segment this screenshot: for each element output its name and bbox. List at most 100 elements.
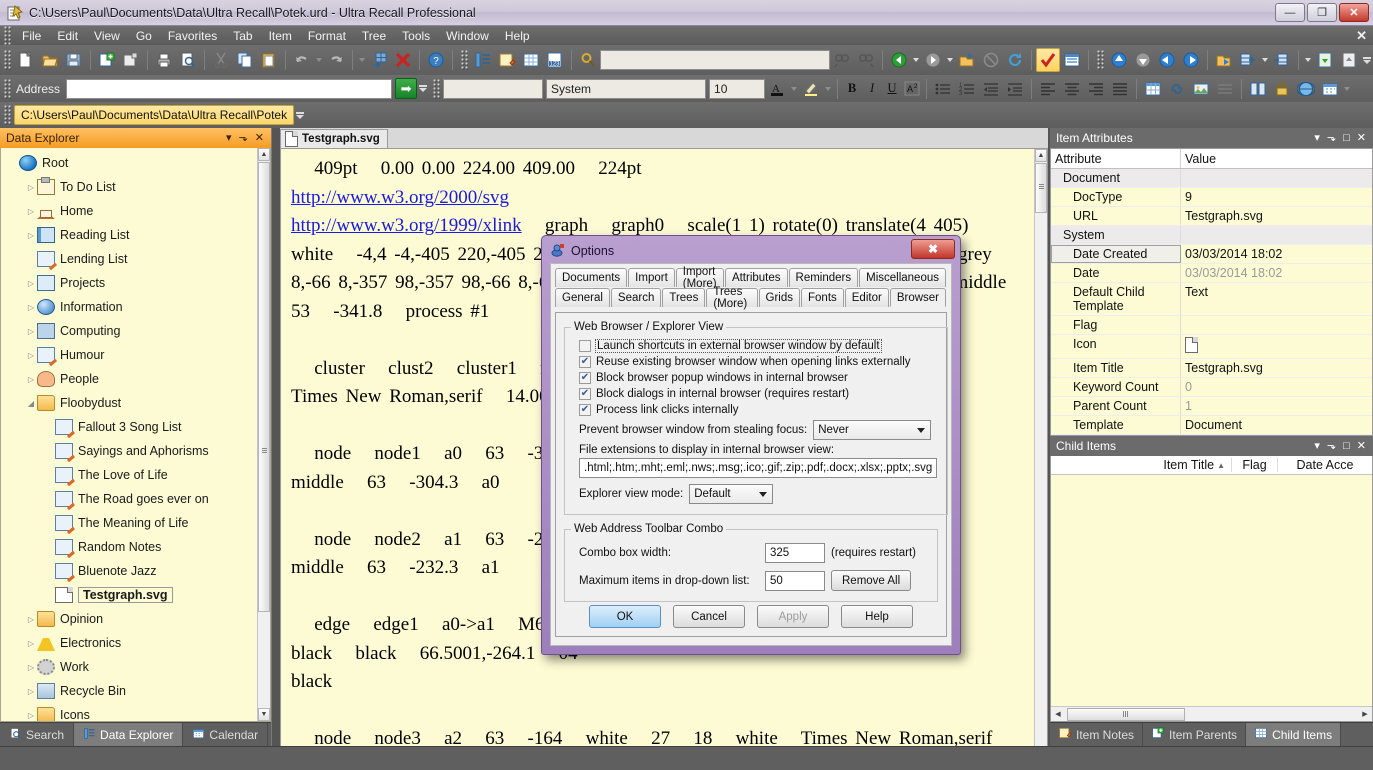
attribute-value[interactable]: Testgraph.svg — [1181, 207, 1372, 225]
tree-item-fallout-3-song-list[interactable]: Fallout 3 Song List — [1, 415, 257, 439]
left-tab-calendar[interactable]: Calendar — [183, 723, 269, 746]
globe-icon[interactable] — [1294, 77, 1318, 101]
attribute-value[interactable] — [1181, 335, 1372, 358]
align-left-icon[interactable] — [1036, 77, 1060, 101]
format-toolbar-grip[interactable] — [433, 78, 441, 99]
attributes-pane-icon[interactable] — [1060, 48, 1084, 72]
menu-item-item[interactable]: Item — [261, 28, 300, 44]
expand-icon[interactable] — [1236, 48, 1260, 72]
expander-collapsed-icon[interactable]: ▷ — [25, 663, 37, 672]
tree-item-humour[interactable]: ▷ Humour — [1, 343, 257, 367]
scroll-up-icon[interactable]: ▲ — [258, 148, 270, 161]
options-tab-import-more-[interactable]: Import (More) — [675, 266, 724, 290]
column-header-value[interactable]: Value — [1181, 149, 1220, 168]
panel-close-button[interactable]: ✕ — [1357, 440, 1366, 452]
tree-vertical-scrollbar[interactable]: ▲ ▼ — [257, 148, 270, 721]
options-close-button[interactable]: ✖ — [911, 239, 955, 259]
insert-table-icon[interactable] — [1141, 77, 1165, 101]
panel-maximize-button[interactable]: □ — [1343, 132, 1350, 144]
attribute-row[interactable]: DocType 9 — [1051, 188, 1372, 207]
document-vertical-scrollbar[interactable]: ▲ ▼ — [1034, 149, 1047, 759]
lock-icon[interactable] — [1270, 77, 1294, 101]
menu-item-view[interactable]: View — [86, 28, 128, 44]
highlight-chevron-down-icon[interactable] — [823, 77, 833, 101]
expander-collapsed-icon[interactable]: ▷ — [25, 351, 37, 360]
expander-collapsed-icon[interactable]: ▷ — [25, 231, 37, 240]
align-center-icon[interactable] — [1060, 77, 1084, 101]
font-size-select[interactable]: 10 — [709, 78, 766, 99]
collapse-icon[interactable] — [1270, 48, 1294, 72]
calendar-icon[interactable] — [1318, 77, 1342, 101]
attribute-value[interactable]: Document — [1181, 416, 1372, 434]
expander-collapsed-icon[interactable]: ▷ — [25, 279, 37, 288]
max-items-input[interactable]: 50 — [765, 570, 825, 591]
checkbox-row[interactable]: ✔ Process link clicks internally — [579, 404, 941, 416]
underline-button[interactable]: U — [882, 78, 902, 99]
menu-item-tree[interactable]: Tree — [354, 28, 394, 44]
child-items-body[interactable] — [1051, 475, 1372, 706]
right-tab-child-items[interactable]: Child Items — [1246, 723, 1342, 746]
column-header-item-title[interactable]: Item Title ▲ — [1051, 458, 1231, 472]
menu-item-format[interactable]: Format — [300, 28, 354, 44]
expander-collapsed-icon[interactable]: ▷ — [25, 375, 37, 384]
address-overflow-button[interactable] — [417, 77, 429, 101]
attribute-row[interactable]: Default Child Template Text — [1051, 283, 1372, 316]
attribute-row[interactable]: Date 03/03/2014 18:02 — [1051, 264, 1372, 283]
path-toolbar-grip[interactable] — [4, 105, 11, 125]
print-icon[interactable] — [152, 48, 176, 72]
grid-icon[interactable] — [519, 48, 543, 72]
options-tab-grids[interactable]: Grids — [758, 288, 800, 307]
demote-icon[interactable] — [1179, 48, 1203, 72]
attribute-row[interactable]: System — [1051, 226, 1372, 245]
notes-icon[interactable] — [495, 48, 519, 72]
scroll-left-icon[interactable]: ◀ — [1051, 708, 1065, 721]
forward-chevron-down-icon[interactable] — [945, 48, 955, 72]
attribute-value[interactable] — [1181, 226, 1372, 244]
menu-grip[interactable] — [4, 25, 11, 46]
path-overflow-button[interactable] — [294, 103, 306, 127]
highlight-icon[interactable] — [799, 77, 823, 101]
expander-collapsed-icon[interactable]: ▷ — [25, 687, 37, 696]
attribute-row[interactable]: Keyword Count 0 — [1051, 378, 1372, 397]
checkbox-row[interactable]: ✔ Block dialogs in internal browser (requ… — [579, 388, 941, 400]
insert-hr-icon[interactable] — [1213, 77, 1237, 101]
import-icon[interactable] — [1212, 48, 1236, 72]
move-up-icon[interactable] — [1107, 48, 1131, 72]
address-toolbar-grip[interactable] — [4, 78, 11, 99]
remove-all-button[interactable]: Remove All — [831, 570, 912, 591]
numeric-icon[interactable]: 123 — [543, 48, 567, 72]
toolbar-overflow-button[interactable] — [1361, 48, 1373, 72]
help-icon[interactable]: ? — [424, 48, 448, 72]
scrollbar-thumb[interactable] — [258, 162, 270, 612]
export-up-icon[interactable] — [1313, 48, 1337, 72]
font-color-chevron-down-icon[interactable] — [789, 77, 799, 101]
database-path-item[interactable]: C:\Users\Paul\Documents\Data\Ultra Recal… — [14, 105, 295, 125]
left-tab-data-explorer[interactable]: Data Explorer — [74, 723, 184, 746]
tree-item-lending-list[interactable]: Lending List — [1, 247, 257, 271]
panel-menu-button[interactable]: ▾ — [226, 132, 232, 144]
delete-icon[interactable] — [391, 48, 415, 72]
new-document-icon[interactable] — [14, 48, 38, 72]
panel-close-button[interactable]: ✕ — [1357, 132, 1366, 144]
attribute-row[interactable]: Document — [1051, 169, 1372, 188]
options-tab-miscellaneous[interactable]: Miscellaneous — [859, 268, 946, 287]
data-explorer-tree[interactable]: Root ▷ To Do List ▷ Home ▷ Reading List Lending… — [0, 148, 271, 722]
format-overflow-chevron-icon[interactable] — [1342, 77, 1352, 101]
scroll-right-icon[interactable]: ▶ — [1358, 708, 1372, 721]
tree-item-the-road-goes-ever-on[interactable]: The Road goes ever on — [1, 487, 257, 511]
checkbox-row[interactable]: ✔ Block browser popup windows in internal… — [579, 372, 941, 384]
tree-item-floobydust[interactable]: ◢ Floobydust — [1, 391, 257, 415]
right-tab-item-parents[interactable]: Item Parents — [1143, 723, 1247, 746]
tree-item-the-love-of-life[interactable]: The Love of Life — [1, 463, 257, 487]
expander-collapsed-icon[interactable]: ▷ — [25, 207, 37, 216]
tree-item-icons[interactable]: ▷ Icons — [1, 703, 257, 721]
attribute-row[interactable]: Date Created 03/03/2014 18:02 — [1051, 245, 1372, 264]
attribute-value[interactable]: 03/03/2014 18:02 — [1181, 264, 1372, 282]
move-down-icon[interactable] — [1131, 48, 1155, 72]
new-item-icon[interactable] — [95, 48, 119, 72]
svg-namespace-link[interactable]: http://www.w3.org/2000/svg — [291, 187, 509, 208]
tree-item-to-do-list[interactable]: ▷ To Do List — [1, 175, 257, 199]
tree-item-testgraph-svg[interactable]: Testgraph.svg — [1, 583, 257, 607]
menu-item-help[interactable]: Help — [497, 28, 538, 44]
scroll-down-icon[interactable]: ▼ — [258, 708, 270, 721]
